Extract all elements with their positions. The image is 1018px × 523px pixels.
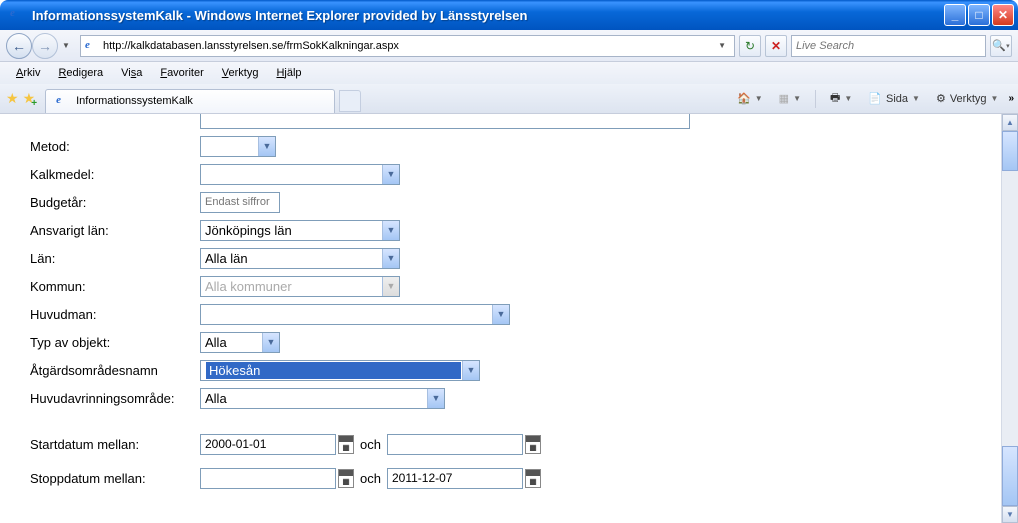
add-favorite-icon[interactable]: ★+ [23, 90, 36, 107]
page-icon: e [85, 39, 99, 53]
select-ansvarigt-lan[interactable]: Jönköpings län▼ [200, 220, 400, 241]
input-budgetar[interactable] [200, 192, 280, 213]
page-content: Metod: ▼ Kalkmedel: ▼ Budgetår: Ansvarig… [0, 114, 1001, 523]
nav-bar: ← → ▼ e ▼ ↻ ✕ 🔍▾ [0, 30, 1018, 62]
select-huvudavrinningsomrade[interactable]: Alla▼ [200, 388, 445, 409]
scroll-up-button[interactable]: ▲ [1002, 114, 1018, 131]
select-lan[interactable]: Alla län▼ [200, 248, 400, 269]
label-startdatum: Startdatum mellan: [30, 437, 200, 452]
address-bar[interactable]: e ▼ [80, 35, 735, 57]
label-ansvarigt-lan: Ansvarigt län: [30, 223, 200, 238]
scroll-down-button[interactable]: ▼ [1002, 506, 1018, 523]
chevron-down-icon: ▼ [262, 333, 279, 352]
tab-toolbar-row: ★ ★+ e InformationssystemKalk 🏠▼ ▦▼ 🖶▼ 📄… [0, 84, 1018, 114]
print-icon: 🖶 [830, 89, 840, 108]
url-dropdown[interactable]: ▼ [714, 41, 730, 50]
label-huvudman: Huvudman: [30, 307, 200, 322]
scroll-thumb-lower[interactable] [1002, 446, 1018, 506]
favorites-icon[interactable]: ★ [6, 90, 19, 107]
select-huvudman[interactable]: ▼ [200, 304, 510, 325]
label-stoppdatum: Stoppdatum mellan: [30, 471, 200, 486]
vertical-scrollbar[interactable]: ▲ ▼ [1001, 114, 1018, 523]
chevron-down-icon: ▼ [492, 305, 509, 324]
window-title: InformationssystemKalk - Windows Interne… [32, 8, 944, 23]
menu-redigera[interactable]: Redigera [50, 65, 111, 81]
chevron-down-icon: ▼ [382, 165, 399, 184]
label-atgardsomradesnamn: Åtgärdsområdesnamn [30, 363, 200, 378]
label-lan: Län: [30, 251, 200, 266]
chevron-down-icon: ▼ [462, 361, 479, 380]
window-titlebar: e InformationssystemKalk - Windows Inter… [0, 0, 1018, 30]
search-input[interactable] [796, 40, 981, 52]
calendar-button-stop-to[interactable]: ▦ [525, 469, 541, 488]
label-huvudavrinningsomrade: Huvudavrinningsområde: [30, 391, 200, 406]
calendar-icon: ▦ [339, 442, 353, 453]
nav-history-dropdown[interactable]: ▼ [62, 41, 76, 50]
search-button[interactable]: 🔍▾ [990, 35, 1012, 57]
chevron-down-icon: ▼ [382, 221, 399, 240]
calendar-icon: ▦ [526, 476, 540, 487]
input-startdatum-to[interactable] [387, 434, 523, 455]
gear-icon: ⚙ [936, 92, 946, 105]
close-button[interactable]: ✕ [992, 4, 1014, 26]
input-startdatum-from[interactable] [200, 434, 336, 455]
maximize-button[interactable]: □ [968, 4, 990, 26]
scroll-thumb[interactable] [1002, 131, 1018, 171]
calendar-button-start-from[interactable]: ▦ [338, 435, 354, 454]
label-och-stop: och [360, 471, 381, 486]
home-icon: 🏠 [737, 92, 751, 105]
home-button[interactable]: 🏠▼ [731, 90, 769, 107]
back-button[interactable]: ← [6, 33, 32, 59]
menu-hjalp[interactable]: Hjälp [268, 65, 309, 81]
tab-title: InformationssystemKalk [76, 95, 193, 107]
tools-button[interactable]: ⚙Verktyg▼ [930, 90, 1004, 107]
label-typ-av-objekt: Typ av objekt: [30, 335, 200, 350]
input-stoppdatum-from[interactable] [200, 468, 336, 489]
refresh-button[interactable]: ↻ [739, 35, 761, 57]
chevron-down-icon: ▼ [427, 389, 444, 408]
truncated-input[interactable] [200, 114, 690, 129]
rss-icon: ▦ [779, 92, 789, 105]
calendar-icon: ▦ [339, 476, 353, 487]
menu-visa[interactable]: Visa [113, 65, 150, 81]
search-box[interactable] [791, 35, 986, 57]
chevron-down-icon: ▼ [382, 249, 399, 268]
label-metod: Metod: [30, 139, 200, 154]
select-metod[interactable]: ▼ [200, 136, 276, 157]
select-atgardsomradesnamn[interactable]: Hökesån▼ [200, 360, 480, 381]
tab-icon: e [56, 94, 70, 108]
calendar-button-start-to[interactable]: ▦ [525, 435, 541, 454]
page-button[interactable]: 📄Sida▼ [862, 90, 926, 107]
menu-bar: AArkivrkiv Redigera Visa Favoriter Verkt… [0, 62, 1018, 84]
label-och-start: och [360, 437, 381, 452]
new-tab-button[interactable] [339, 90, 361, 112]
window-controls: _ □ ✕ [944, 4, 1014, 26]
calendar-button-stop-from[interactable]: ▦ [338, 469, 354, 488]
label-budgetar: Budgetår: [30, 195, 200, 210]
overflow-icon[interactable]: » [1008, 93, 1012, 104]
menu-favoriter[interactable]: Favoriter [152, 65, 211, 81]
print-button[interactable]: 🖶▼ [824, 87, 858, 110]
input-stoppdatum-to[interactable] [387, 468, 523, 489]
url-input[interactable] [103, 40, 714, 52]
calendar-icon: ▦ [526, 442, 540, 453]
select-kalkmedel[interactable]: ▼ [200, 164, 400, 185]
chevron-down-icon: ▼ [258, 137, 275, 156]
select-kommun: Alla kommuner▼ [200, 276, 400, 297]
menu-arkiv[interactable]: AArkivrkiv [8, 65, 48, 81]
chevron-down-icon: ▼ [382, 277, 399, 296]
label-kommun: Kommun: [30, 279, 200, 294]
label-kalkmedel: Kalkmedel: [30, 167, 200, 182]
minimize-button[interactable]: _ [944, 4, 966, 26]
ie-logo-icon: e [10, 7, 26, 23]
select-typ-av-objekt[interactable]: Alla▼ [200, 332, 280, 353]
forward-button[interactable]: → [32, 33, 58, 59]
feeds-button[interactable]: ▦▼ [773, 90, 807, 107]
stop-button[interactable]: ✕ [765, 35, 787, 57]
menu-verktyg[interactable]: Verktyg [214, 65, 267, 81]
browser-tab[interactable]: e InformationssystemKalk [45, 89, 335, 113]
page-icon-btn: 📄 [868, 92, 882, 105]
